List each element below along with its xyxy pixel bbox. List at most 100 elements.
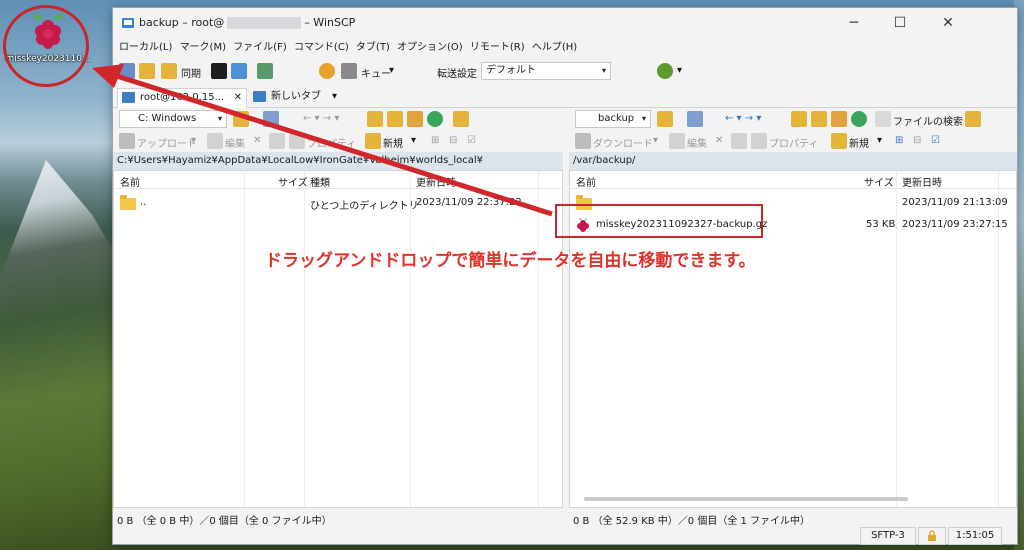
transfer-globe-icon[interactable] bbox=[657, 63, 673, 79]
edit-button[interactable]: 編集 bbox=[687, 135, 707, 150]
edit-icon[interactable] bbox=[669, 133, 685, 149]
menu-mark[interactable]: マーク(M) bbox=[180, 38, 226, 58]
home-icon[interactable] bbox=[831, 111, 847, 127]
row-modified: 2023/11/09 21:13:09 bbox=[902, 197, 1008, 208]
edit-icon[interactable] bbox=[207, 133, 223, 149]
new-icon[interactable] bbox=[365, 133, 381, 149]
local-path-bar[interactable]: C:¥Users¥Hayamiz¥AppData¥LocalLow¥IronGa… bbox=[113, 152, 563, 170]
local-drive-select[interactable]: C: Windows ▾ bbox=[119, 110, 227, 128]
menu-file[interactable]: ファイル(F) bbox=[233, 38, 287, 58]
tab-new[interactable]: 新しいタブ ▾ bbox=[249, 88, 341, 108]
menu-local[interactable]: ローカル(L) bbox=[119, 38, 172, 58]
title-bar[interactable]: backup – root@ – WinSCP ─ ☐ ✕ bbox=[113, 8, 1017, 38]
putty-icon[interactable] bbox=[231, 63, 247, 79]
compare-icon[interactable] bbox=[119, 63, 135, 79]
preferences-icon[interactable] bbox=[257, 63, 273, 79]
search-icon[interactable] bbox=[875, 111, 891, 127]
remote-folder-value: backup bbox=[598, 113, 635, 124]
download-icon[interactable] bbox=[575, 133, 591, 149]
new-icon[interactable] bbox=[831, 133, 847, 149]
refresh-icon[interactable] bbox=[427, 111, 443, 127]
col-type[interactable]: 種類 bbox=[310, 174, 330, 189]
terminal-icon[interactable] bbox=[211, 63, 227, 79]
sync-icon[interactable] bbox=[161, 63, 177, 79]
properties-icon[interactable] bbox=[751, 133, 767, 149]
queue-label[interactable]: キュー bbox=[361, 65, 391, 80]
upload-icon[interactable] bbox=[119, 133, 135, 149]
transfer-settings-value: デフォルト bbox=[486, 65, 536, 76]
home-icon[interactable] bbox=[407, 111, 423, 127]
select-all-icon[interactable]: ☑ bbox=[467, 135, 476, 146]
properties-icon[interactable] bbox=[289, 133, 305, 149]
edit-button[interactable]: 編集 bbox=[225, 135, 245, 150]
new-button[interactable]: 新規 bbox=[849, 135, 869, 150]
expand-icon[interactable]: ⊞ bbox=[895, 135, 903, 146]
filter-icon[interactable] bbox=[687, 111, 703, 127]
menu-option[interactable]: オプション(O) bbox=[397, 38, 463, 58]
root-dir-icon[interactable] bbox=[387, 111, 403, 127]
transfer-settings-select[interactable]: デフォルト ▾ bbox=[481, 62, 611, 80]
col-modified[interactable]: 更新日時 bbox=[902, 174, 942, 189]
remote-folder-select[interactable]: backup ▾ bbox=[575, 110, 651, 128]
chevron-down-icon[interactable]: ▾ bbox=[677, 65, 682, 76]
filter-icon[interactable] bbox=[263, 111, 279, 127]
minimize-button[interactable]: ─ bbox=[831, 8, 877, 38]
tab-session[interactable]: root@162.0.15... ✕ bbox=[117, 88, 247, 108]
window-title: backup – root@ – WinSCP bbox=[139, 16, 355, 29]
back-forward-icon[interactable]: ← ▾ → ▾ bbox=[303, 113, 339, 124]
select-all-icon[interactable]: ☑ bbox=[931, 135, 940, 146]
remote-path-bar[interactable]: /var/backup/ bbox=[569, 152, 1017, 170]
rename-icon[interactable] bbox=[269, 133, 285, 149]
highlight-circle bbox=[3, 5, 89, 87]
horizontal-scrollbar[interactable] bbox=[584, 497, 908, 501]
menu-tab[interactable]: タブ(T) bbox=[356, 38, 390, 58]
remote-nav-toolbar: backup ▾ ← ▾ → ▾ ファイルの検索 bbox=[569, 108, 1017, 130]
find-files-button[interactable]: ファイルの検索 bbox=[893, 113, 963, 128]
back-forward-icon[interactable]: ← ▾ → ▾ bbox=[725, 113, 761, 124]
sync-button-label[interactable]: 同期 bbox=[181, 65, 201, 80]
rename-icon[interactable] bbox=[731, 133, 747, 149]
monitor-icon bbox=[253, 91, 266, 102]
local-file-list[interactable]: 名前 サイズ 種類 更新日時 .. ひとつ上のディレクトリ 2023/11/09… bbox=[113, 170, 563, 508]
queue-icon[interactable] bbox=[341, 63, 357, 79]
title-suffix: – WinSCP bbox=[304, 16, 356, 29]
close-button[interactable]: ✕ bbox=[925, 8, 971, 38]
col-size[interactable]: サイズ bbox=[278, 174, 308, 189]
delete-icon[interactable]: ✕ bbox=[253, 135, 261, 146]
upload-button[interactable]: アップロード bbox=[137, 135, 197, 150]
find-icon[interactable] bbox=[453, 111, 469, 127]
new-button[interactable]: 新規 bbox=[383, 135, 403, 150]
menu-command[interactable]: コマンド(C) bbox=[294, 38, 349, 58]
open-folder-icon[interactable] bbox=[657, 111, 673, 127]
parent-dir-icon[interactable] bbox=[791, 111, 807, 127]
download-button[interactable]: ダウンロード bbox=[593, 135, 653, 150]
menu-bar: ローカル(L) マーク(M) ファイル(F) コマンド(C) タブ(T) オプシ… bbox=[113, 38, 1017, 58]
collapse-icon[interactable]: ⊟ bbox=[449, 135, 457, 146]
col-modified[interactable]: 更新日時 bbox=[416, 174, 456, 189]
table-row[interactable]: .. ひとつ上のディレクトリ 2023/11/09 22:37:22 bbox=[114, 193, 562, 213]
bookmark-icon[interactable] bbox=[965, 111, 981, 127]
parent-dir-icon[interactable] bbox=[367, 111, 383, 127]
maximize-button[interactable]: ☐ bbox=[877, 8, 923, 38]
winscp-app-icon bbox=[122, 18, 134, 28]
collapse-icon[interactable]: ⊟ bbox=[913, 135, 921, 146]
col-name[interactable]: 名前 bbox=[576, 174, 596, 189]
open-folder-icon[interactable] bbox=[233, 111, 249, 127]
properties-button[interactable]: プロパティ bbox=[307, 135, 356, 150]
refresh-icon[interactable] bbox=[851, 111, 867, 127]
col-size[interactable]: サイズ bbox=[864, 174, 894, 189]
root-dir-icon[interactable] bbox=[811, 111, 827, 127]
close-icon[interactable]: ✕ bbox=[234, 89, 242, 107]
expand-icon[interactable]: ⊞ bbox=[431, 135, 439, 146]
title-prefix: backup – root@ bbox=[139, 16, 225, 29]
menu-help[interactable]: ヘルプ(H) bbox=[532, 38, 577, 58]
sync-browse-icon[interactable] bbox=[139, 63, 155, 79]
col-name[interactable]: 名前 bbox=[120, 174, 140, 189]
remote-action-toolbar: ダウンロード ▾ 編集 ✕ プロパティ 新規 ▾ ⊞ ⊟ ☑ bbox=[569, 130, 1017, 152]
properties-button[interactable]: プロパティ bbox=[769, 135, 818, 150]
mountain-left bbox=[0, 160, 115, 550]
menu-remote[interactable]: リモート(R) bbox=[470, 38, 525, 58]
chevron-down-icon[interactable]: ▾ bbox=[389, 65, 394, 76]
gear-icon[interactable] bbox=[319, 63, 335, 79]
delete-icon[interactable]: ✕ bbox=[715, 135, 723, 146]
